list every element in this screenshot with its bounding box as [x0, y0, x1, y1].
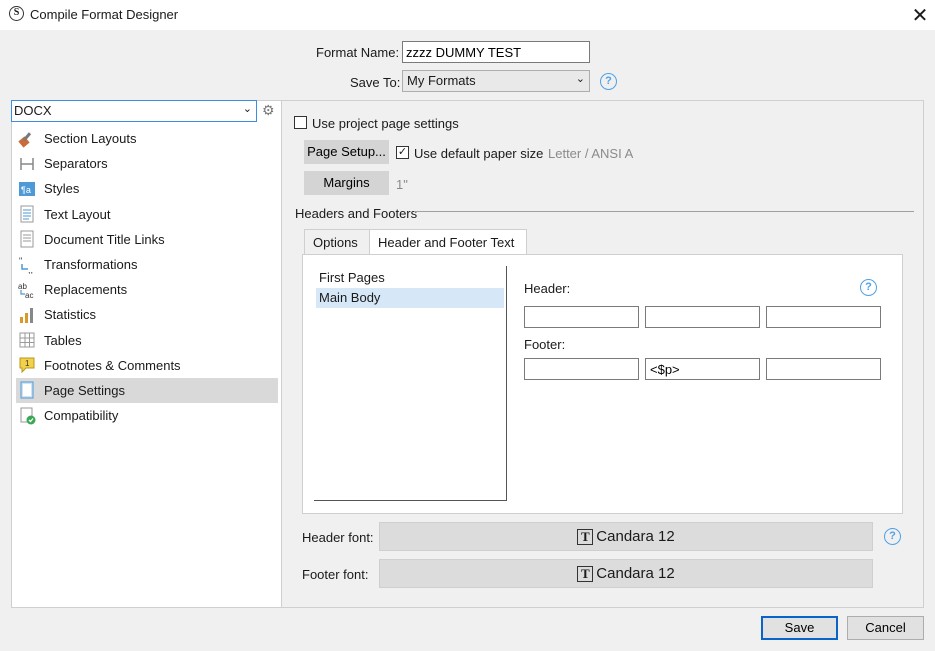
- svg-text:,,: ,,: [28, 265, 33, 274]
- tab-options[interactable]: Options: [304, 229, 370, 255]
- close-icon[interactable]: ✕: [910, 3, 930, 28]
- format-name-input[interactable]: [402, 41, 590, 63]
- header-font-button[interactable]: T Candara 12: [379, 522, 873, 551]
- format-type-select[interactable]: DOCX ⌄: [11, 100, 257, 122]
- chevron-down-icon: ⌄: [575, 73, 585, 85]
- footer-label: Footer:: [524, 337, 566, 352]
- sidebar-item-compatibility[interactable]: Compatibility: [16, 403, 278, 428]
- svg-text:ac: ac: [25, 291, 33, 299]
- header-right-input[interactable]: [766, 306, 881, 328]
- svg-text:¶a: ¶a: [21, 185, 31, 195]
- default-paper-label: Use default paper size: [414, 146, 544, 161]
- sidebar-item-label: Replacements: [44, 282, 128, 298]
- sidebar-item-label: Footnotes & Comments: [44, 357, 181, 373]
- compatibility-icon: [18, 407, 36, 425]
- sidebar-item-tables[interactable]: Tables: [16, 328, 278, 353]
- separator-icon: [18, 155, 36, 173]
- help-icon[interactable]: ?: [884, 528, 901, 545]
- sidebar-item-label: Page Settings: [44, 382, 125, 398]
- title-bar: S Compile Format Designer ✕: [0, 0, 935, 30]
- text-layout-icon: [18, 205, 36, 223]
- header-center-input[interactable]: [645, 306, 760, 328]
- sidebar-item-label: Styles: [44, 181, 80, 197]
- page-settings-icon: [18, 381, 36, 399]
- footnote-icon: 1: [18, 356, 36, 374]
- use-project-settings-checkbox[interactable]: [294, 116, 307, 129]
- list-item[interactable]: Main Body: [316, 288, 504, 308]
- sidebar-item-separators[interactable]: Separators: [16, 151, 278, 176]
- sidebar-item-label: Document Title Links: [44, 231, 165, 247]
- margins-value: 1": [396, 177, 408, 192]
- list-item[interactable]: First Pages: [316, 268, 504, 288]
- font-icon: T: [577, 528, 594, 545]
- header-left-input[interactable]: [524, 306, 639, 328]
- paper-size-value: Letter / ANSI A: [548, 146, 634, 161]
- footer-font-value: Candara 12: [596, 565, 675, 582]
- sidebar-item-document-title-links[interactable]: Document Title Links: [16, 227, 278, 252]
- replacements-icon: ab ac: [18, 281, 36, 299]
- sidebar-item-label: Compatibility: [44, 408, 119, 424]
- sidebar-item-label: Separators: [44, 156, 108, 172]
- sidebar-item-text-layout[interactable]: Text Layout: [16, 202, 278, 227]
- margins-button[interactable]: Margins: [304, 171, 389, 195]
- save-to-select[interactable]: My Formats ⌄: [402, 70, 590, 92]
- sidebar-item-footnotes-comments[interactable]: 1 Footnotes & Comments: [16, 353, 278, 378]
- use-project-settings-label: Use project page settings: [312, 116, 459, 131]
- sidebar-item-label: Section Layouts: [44, 131, 137, 147]
- tab-header-footer-text[interactable]: Header and Footer Text: [369, 229, 527, 255]
- sidebar-item-replacements[interactable]: ab ac Replacements: [16, 277, 278, 302]
- footer-right-input[interactable]: [766, 358, 881, 380]
- chevron-down-icon: ⌄: [242, 103, 252, 115]
- svg-text:1: 1: [25, 359, 30, 368]
- sidebar-item-section-layouts[interactable]: Section Layouts: [16, 126, 278, 151]
- section-divider: [414, 211, 914, 212]
- table-icon: [18, 331, 36, 349]
- font-icon: T: [577, 565, 594, 582]
- format-type-value: DOCX: [14, 103, 52, 118]
- footer-font-button[interactable]: T Candara 12: [379, 559, 873, 588]
- transformations-icon: ",,: [18, 256, 36, 274]
- footer-font-label: Footer font:: [302, 567, 369, 582]
- brush-icon: [18, 130, 36, 148]
- window-title: Compile Format Designer: [30, 7, 179, 22]
- styles-icon: ¶a: [18, 180, 36, 198]
- sidebar-item-transformations[interactable]: ",, Transformations: [16, 252, 278, 277]
- sidebar-item-label: Text Layout: [44, 206, 111, 222]
- statistics-icon: [18, 306, 36, 324]
- help-icon[interactable]: ?: [860, 279, 877, 296]
- section-title: Headers and Footers: [295, 206, 418, 221]
- default-paper-checkbox[interactable]: ✓: [396, 146, 409, 159]
- header-label: Header:: [524, 281, 571, 296]
- sidebar-item-label: Tables: [44, 332, 82, 348]
- sidebar-item-page-settings[interactable]: Page Settings: [16, 377, 278, 404]
- cancel-button[interactable]: Cancel: [847, 616, 924, 640]
- help-icon[interactable]: ?: [600, 73, 617, 90]
- footer-center-input[interactable]: [645, 358, 760, 380]
- save-button[interactable]: Save: [761, 616, 838, 640]
- svg-text:ab: ab: [18, 282, 27, 291]
- app-logo-icon: S: [9, 6, 24, 21]
- sidebar-item-styles[interactable]: ¶a Styles: [16, 176, 278, 201]
- page-setup-button[interactable]: Page Setup...: [304, 140, 389, 164]
- sidebar-item-statistics[interactable]: Statistics: [16, 302, 278, 327]
- sidebar-item-label: Transformations: [44, 257, 138, 273]
- document-icon: [18, 230, 36, 248]
- footer-left-input[interactable]: [524, 358, 639, 380]
- save-to-label: Save To:: [350, 75, 401, 90]
- sidebar-item-label: Statistics: [44, 307, 97, 323]
- format-name-label: Format Name:: [316, 45, 400, 60]
- sidebar-list: Section Layouts Separators ¶a Styles Tex…: [16, 126, 278, 428]
- gear-icon[interactable]: ⚙: [262, 102, 275, 119]
- header-font-value: Candara 12: [596, 528, 675, 545]
- save-to-value: My Formats: [407, 73, 476, 88]
- header-font-label: Header font:: [302, 530, 374, 545]
